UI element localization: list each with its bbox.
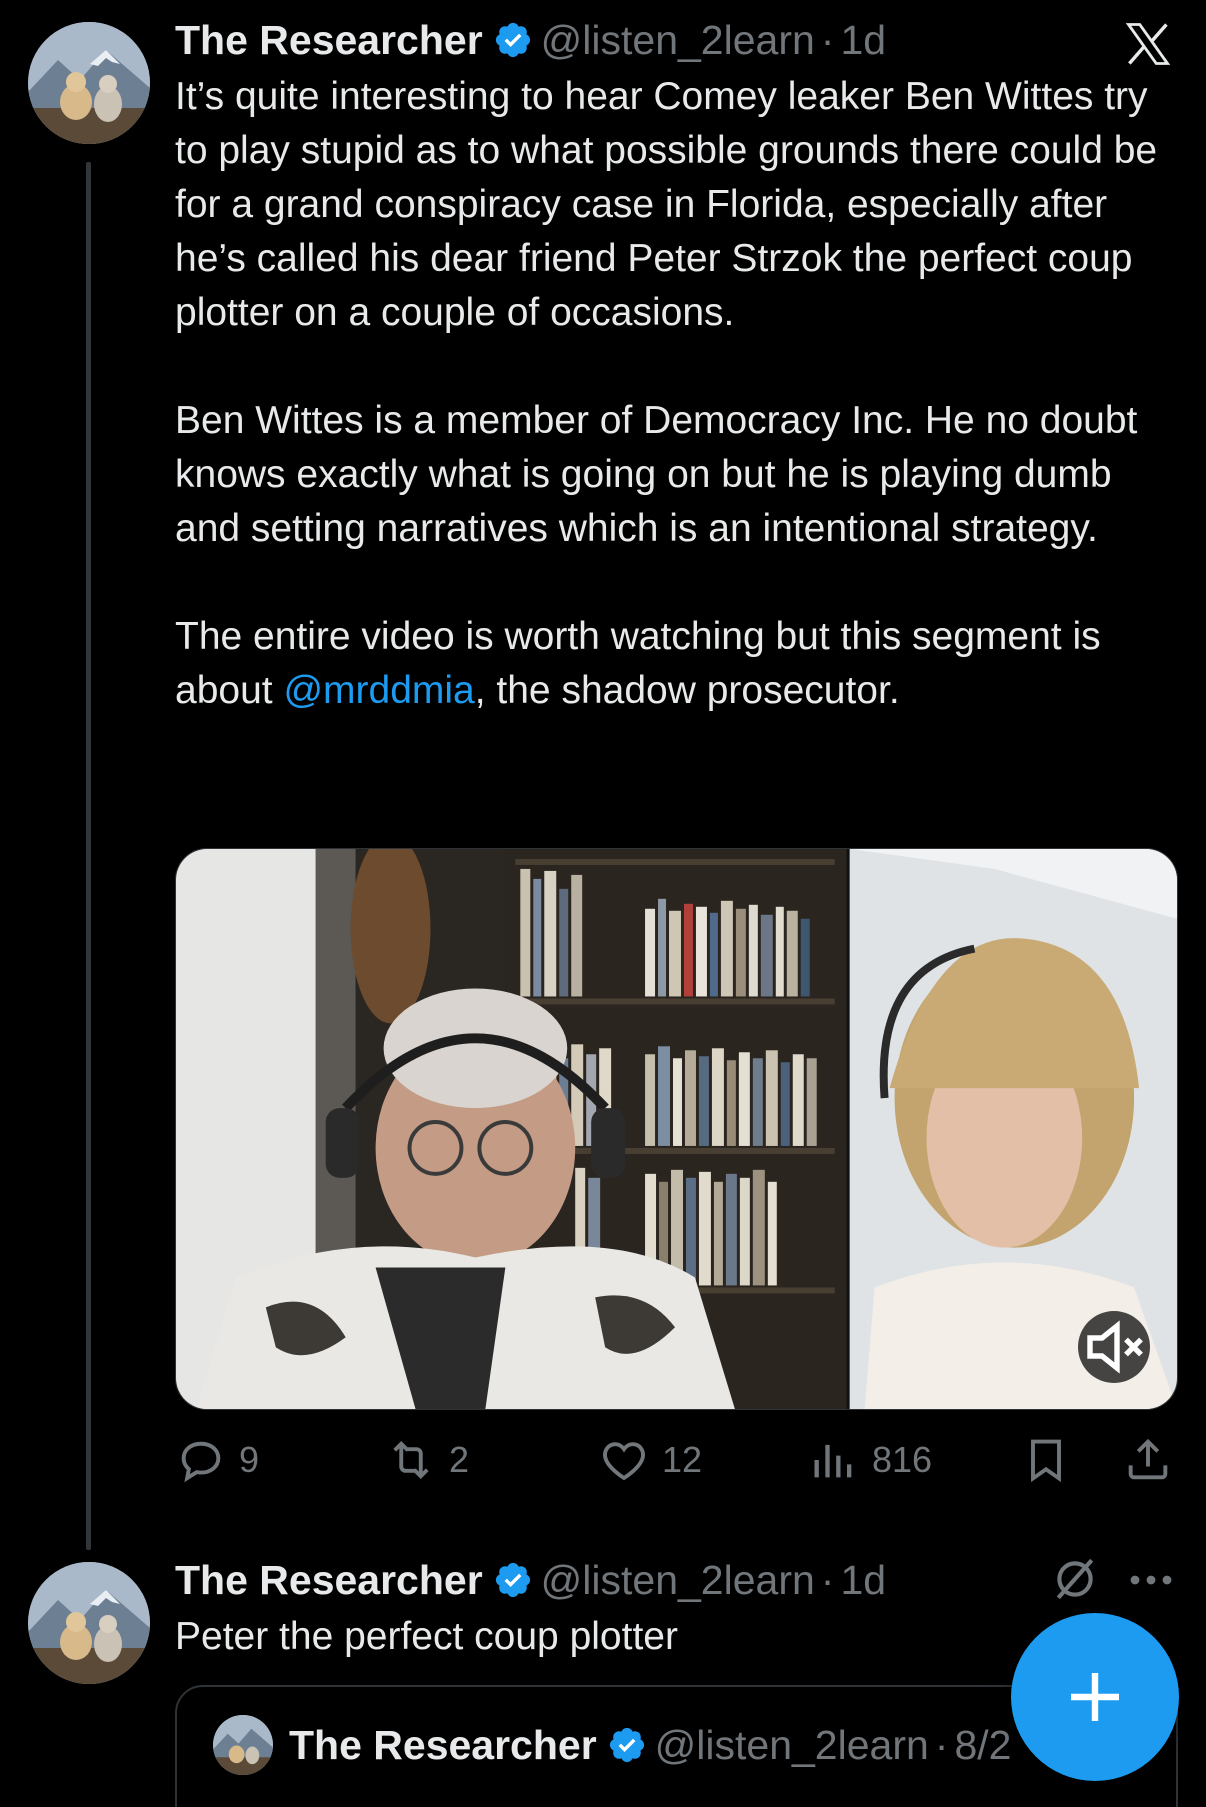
plus-icon [1071,1673,1119,1721]
like-button[interactable]: 12 [598,1430,702,1490]
video-frame [176,849,1177,1409]
bookmark-icon [1031,1439,1061,1483]
verified-badge-icon [495,22,530,58]
timestamp[interactable]: 1d [840,1557,886,1604]
author-avatar-reply[interactable] [28,1562,150,1684]
grok-icon[interactable] [1050,1554,1100,1604]
share-icon [1128,1438,1168,1480]
display-name[interactable]: The Researcher [175,17,483,64]
repost-icon [393,1440,429,1480]
tweet-paragraph-2: Ben Wittes is a member of Democracy Inc.… [175,399,1138,550]
author-avatar[interactable] [28,22,150,144]
separator-dot: · [820,1556,835,1603]
repost-button[interactable]: 2 [385,1430,469,1490]
mute-button[interactable] [1078,1311,1150,1383]
tweet-header: The Researcher @listen_2learn · 1d [175,12,886,68]
video-player[interactable] [175,848,1178,1410]
bookmark-button[interactable] [1020,1430,1072,1490]
views-count: 816 [872,1439,933,1480]
verified-badge-icon [609,1727,644,1763]
handle: @listen_2learn [654,1721,929,1768]
tweet-paragraph-3: The entire video is worth watching but t… [175,610,1185,718]
reply-icon [181,1441,221,1483]
views-button[interactable]: 816 [808,1430,932,1490]
x-logo-icon[interactable] [1122,18,1174,70]
share-button[interactable] [1122,1430,1174,1490]
more-icon[interactable] [1125,1558,1177,1602]
quoted-tweet-header: The Researcher @listen_2learn · 8/2 [213,1715,1012,1775]
separator-dot: · [934,1721,949,1768]
like-count: 12 [662,1439,703,1480]
tweet-thread-screen: The Researcher @listen_2learn · 1d It’s … [0,0,1206,1807]
reply-tweet-text: Peter the perfect coup plotter [175,1615,678,1658]
avatar-image [28,1562,150,1684]
reply-button[interactable]: 9 [175,1430,259,1490]
repost-count: 2 [449,1439,470,1480]
avatar-image [28,22,150,144]
display-name: The Researcher [289,1721,597,1768]
heart-icon [603,1442,645,1481]
timestamp[interactable]: 1d [840,17,886,64]
paragraph-3-tail: , the shadow prosecutor. [474,669,900,712]
separator-dot: · [820,16,835,63]
tweet-paragraph-1: It’s quite interesting to hear Comey lea… [175,75,1158,334]
views-icon [814,1444,852,1478]
handle[interactable]: @listen_2learn [541,1557,815,1604]
mention-link[interactable]: @mrddmia [283,669,474,712]
reply-tweet-header: The Researcher @listen_2learn · 1d [175,1552,886,1608]
avatar-image [213,1715,273,1775]
display-name[interactable]: The Researcher [175,1557,483,1604]
thread-connector-line [86,162,91,1550]
verified-badge-icon [495,1562,530,1598]
reply-count: 9 [239,1439,260,1480]
tweet-text: It’s quite interesting to hear Comey lea… [175,70,1185,718]
handle[interactable]: @listen_2learn [541,17,815,64]
quoted-tweet-text-cutoff [213,1795,1073,1807]
volume-muted-icon [1087,1320,1143,1374]
compose-button[interactable] [1011,1613,1179,1781]
quoted-author-avatar [213,1715,273,1775]
timestamp: 8/2 [954,1721,1012,1768]
